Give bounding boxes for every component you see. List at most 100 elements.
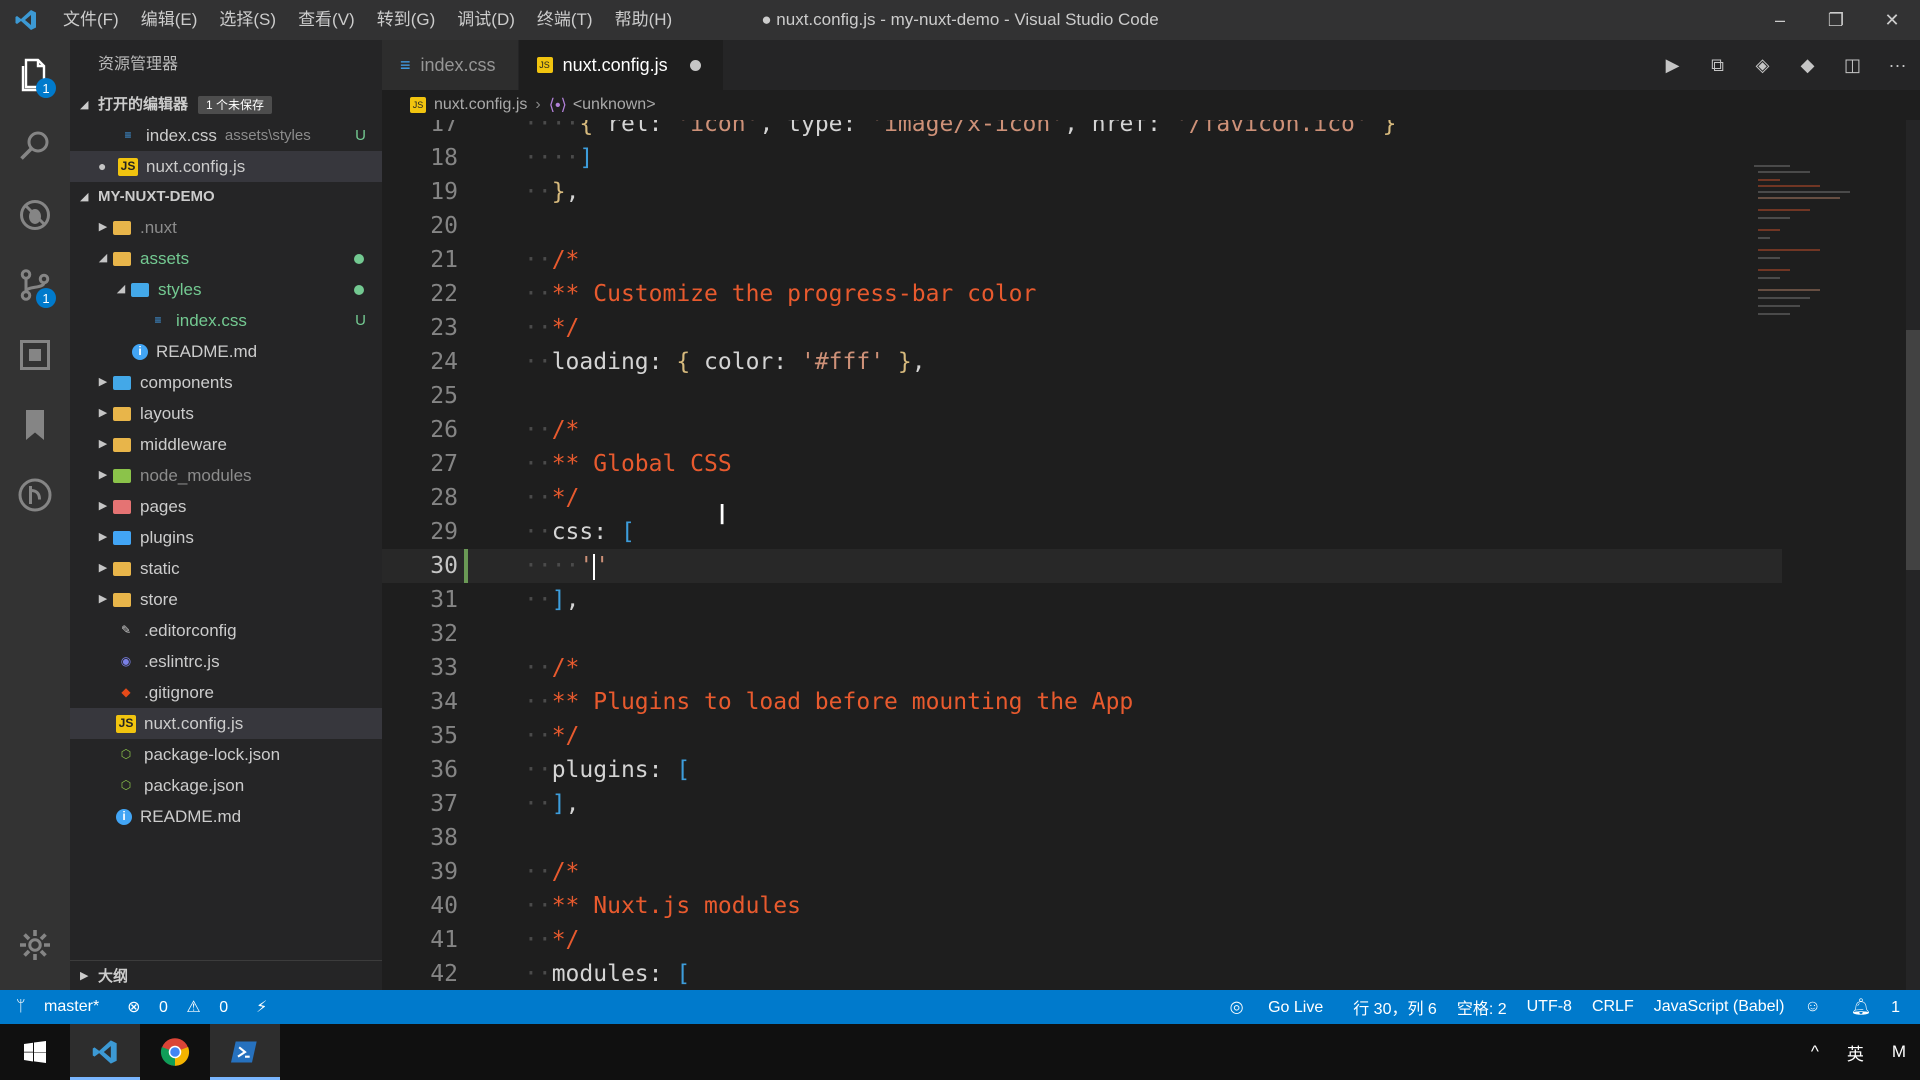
problems-status[interactable]: ⊗ 0 ⚠ 0 (127, 997, 242, 1017)
next-revision-icon[interactable]: ◆ (1785, 55, 1830, 76)
tree-file[interactable]: ✎ .editorconfig (70, 615, 382, 646)
code-line[interactable]: 34 ··** Plugins to load before mounting t… (382, 685, 1782, 719)
tree-folder[interactable]: ▶ node_modules (70, 460, 382, 491)
open-editor-item[interactable]: ≡ index.css assets\styles U (70, 120, 382, 151)
lightning-icon[interactable]: ⚡ (256, 997, 267, 1017)
code-line[interactable]: 24 ··loading: { color: '#fff' }, (382, 345, 1782, 379)
restore-button[interactable]: ❐ (1808, 0, 1864, 40)
unsaved-dot-icon[interactable] (689, 59, 701, 71)
close-button[interactable]: ✕ (1864, 0, 1920, 40)
code-line[interactable]: 19 ··}, (382, 175, 1782, 209)
open-editor-item[interactable]: ● JS nuxt.config.js (70, 151, 382, 182)
tree-file[interactable]: i README.md (70, 336, 382, 367)
code-editor[interactable]: 17 ····{ rel: 'icon', type: 'image/x-icon… (382, 120, 1782, 990)
code-line[interactable]: 28 ··*/ (382, 481, 1782, 515)
open-editors-header[interactable]: ◢ 打开的编辑器 1 个未保存 (70, 90, 382, 120)
manage-activity[interactable] (0, 910, 70, 980)
language-mode[interactable]: JavaScript (Babel) (1654, 998, 1785, 1016)
tree-folder[interactable]: ▶ static (70, 553, 382, 584)
menu-terminal[interactable]: 终端(T) (526, 0, 604, 40)
notifications-status[interactable]: 🔔︎ 1 (1841, 997, 1910, 1017)
scm-activity[interactable]: 1 (0, 250, 70, 320)
code-line[interactable]: 23 ··*/ (382, 311, 1782, 345)
cursor-position[interactable]: 行 30，列 6 (1353, 995, 1437, 1019)
taskbar-powershell[interactable] (210, 1024, 280, 1080)
gitlens-activity[interactable] (0, 460, 70, 530)
tree-file[interactable]: ◆ .gitignore (70, 677, 382, 708)
code-line[interactable]: 26 ··/* (382, 413, 1782, 447)
taskbar-vscode[interactable] (70, 1024, 140, 1080)
menu-go[interactable]: 转到(G) (366, 0, 447, 40)
menu-view[interactable]: 查看(V) (287, 0, 366, 40)
code-line[interactable]: 33 ··/* (382, 651, 1782, 685)
code-line[interactable]: 29 ··css: [ (382, 515, 1782, 549)
code-line[interactable]: 40 ··** Nuxt.js modules (382, 889, 1782, 923)
tree-folder[interactable]: ▶ pages (70, 491, 382, 522)
tree-file[interactable]: JS nuxt.config.js (70, 708, 382, 739)
breadcrumb-symbol[interactable]: <unknown> (573, 96, 656, 114)
tree-folder[interactable]: ▶ plugins (70, 522, 382, 553)
chevron-up-icon[interactable]: ^ (1811, 1042, 1819, 1062)
branch-status[interactable]: ᛘ master* (16, 998, 113, 1016)
debug-activity[interactable] (0, 180, 70, 250)
extensions-activity[interactable] (0, 320, 70, 390)
code-line[interactable]: 25 (382, 379, 1782, 413)
outline-header[interactable]: ▶ 大纲 (70, 960, 382, 990)
menu-edit[interactable]: 编辑(E) (130, 0, 209, 40)
code-line[interactable]: 42 ··modules: [ (382, 957, 1782, 990)
code-line[interactable]: 30 ····'' (382, 549, 1782, 583)
tree-folder[interactable]: ▶ layouts (70, 398, 382, 429)
more-actions-icon[interactable]: ··· (1875, 55, 1920, 76)
ime-indicator[interactable]: 英 (1847, 1040, 1864, 1065)
bookmarks-activity[interactable] (0, 390, 70, 460)
explorer-activity[interactable]: 1 (0, 40, 70, 110)
tree-file[interactable]: ⬡ package-lock.json (70, 739, 382, 770)
ime-mode[interactable]: M (1892, 1042, 1906, 1062)
menu-selection[interactable]: 选择(S) (208, 0, 287, 40)
feedback-smiley-icon[interactable]: ☺ (1804, 998, 1820, 1016)
search-activity[interactable] (0, 110, 70, 180)
tree-folder[interactable]: ▶ components (70, 367, 382, 398)
code-line[interactable]: 22 ··** Customize the progress-bar color (382, 277, 1782, 311)
taskbar-chrome[interactable] (140, 1024, 210, 1080)
tree-file[interactable]: ◉ .eslintrc.js (70, 646, 382, 677)
breadcrumb-file[interactable]: nuxt.config.js (434, 96, 527, 114)
tree-folder[interactable]: ▶ .nuxt (70, 212, 382, 243)
tree-file[interactable]: i README.md (70, 801, 382, 832)
eol-status[interactable]: CRLF (1592, 998, 1634, 1016)
tree-folder[interactable]: ◢ assets (70, 243, 382, 274)
tab-nuxt-config[interactable]: JS nuxt.config.js (518, 40, 724, 90)
tree-file[interactable]: ≡ index.css U (70, 305, 382, 336)
code-line[interactable]: 38 (382, 821, 1782, 855)
split-editor-icon[interactable]: ◫ (1830, 55, 1875, 76)
project-header[interactable]: ◢ MY-NUXT-DEMO (70, 182, 382, 212)
code-line[interactable]: 17 ····{ rel: 'icon', type: 'image/x-icon… (382, 120, 1782, 141)
code-line[interactable]: 41 ··*/ (382, 923, 1782, 957)
code-line[interactable]: 31 ··], (382, 583, 1782, 617)
code-line[interactable]: 18 ····] (382, 141, 1782, 175)
encoding-status[interactable]: UTF-8 (1527, 998, 1572, 1016)
menu-debug[interactable]: 调试(D) (446, 0, 526, 40)
tree-folder[interactable]: ▶ store (70, 584, 382, 615)
scrollbar-thumb[interactable] (1906, 330, 1920, 570)
open-changes-icon[interactable]: ⧉ (1695, 55, 1740, 76)
tree-file[interactable]: ⬡ package.json (70, 770, 382, 801)
code-line[interactable]: 32 (382, 617, 1782, 651)
run-icon[interactable]: ▶ (1650, 55, 1695, 76)
code-line[interactable]: 20 (382, 209, 1782, 243)
tree-folder[interactable]: ◢ styles (70, 274, 382, 305)
tab-index-css[interactable]: ≡ index.css (382, 40, 519, 90)
code-line[interactable]: 39 ··/* (382, 855, 1782, 889)
code-line[interactable]: 37 ··], (382, 787, 1782, 821)
minimap[interactable] (1750, 160, 1860, 350)
start-button[interactable] (0, 1024, 70, 1080)
tree-folder[interactable]: ▶ middleware (70, 429, 382, 460)
menu-file[interactable]: 文件(F) (52, 0, 130, 40)
indentation-status[interactable]: 空格: 2 (1457, 995, 1507, 1019)
menu-help[interactable]: 帮助(H) (604, 0, 684, 40)
code-line[interactable]: 36 ··plugins: [ (382, 753, 1782, 787)
previous-revision-icon[interactable]: ◈ (1740, 55, 1785, 76)
go-live-button[interactable]: ◎ Go Live (1220, 997, 1334, 1017)
code-line[interactable]: 27 ··** Global CSS (382, 447, 1782, 481)
code-line[interactable]: 21 ··/* (382, 243, 1782, 277)
